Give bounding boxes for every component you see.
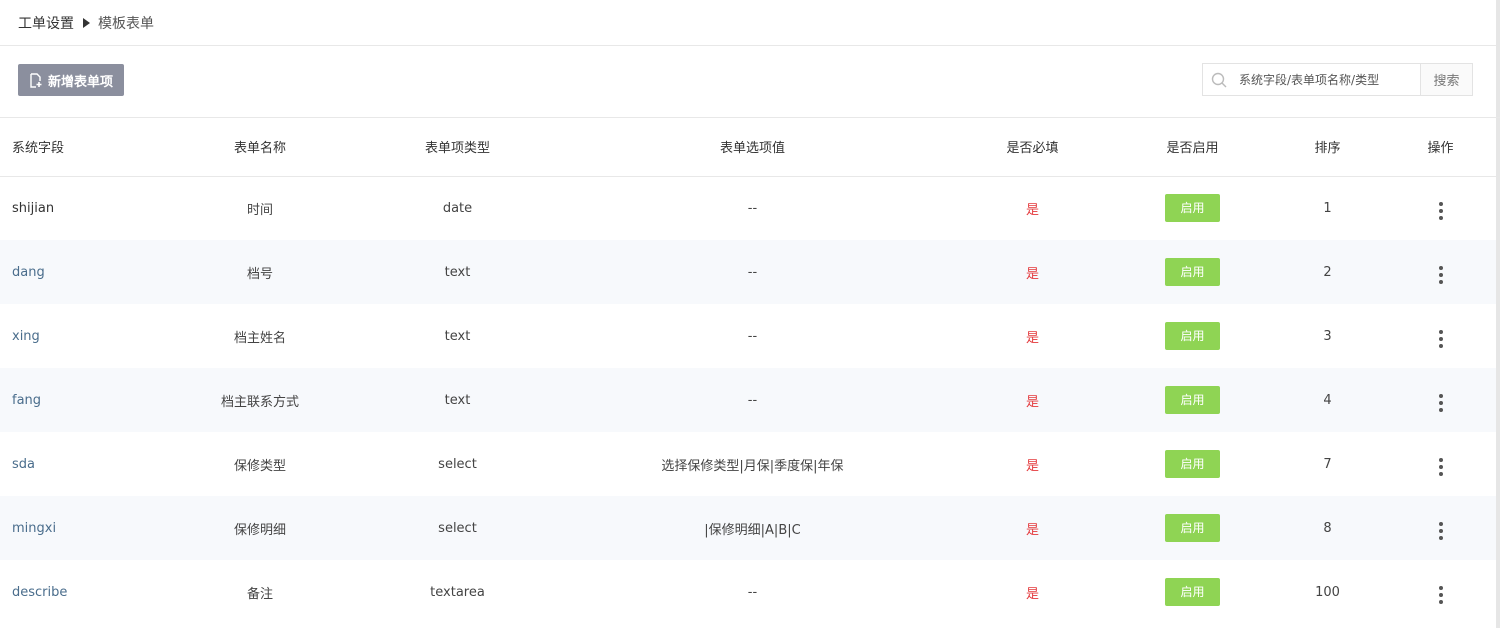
cell-option-values: --	[747, 328, 758, 344]
more-vertical-icon[interactable]	[1433, 456, 1449, 478]
cell-option-values: --	[747, 200, 758, 216]
header-enabled: 是否启用	[1166, 141, 1219, 157]
enable-button[interactable]: 启用	[1165, 514, 1220, 542]
cell-option-values: 选择保修类型|月保|季度保|年保	[661, 458, 844, 474]
breadcrumb: 工单设置 模板表单	[0, 0, 1500, 46]
cell-enabled: 启用	[1115, 496, 1270, 560]
add-form-item-button[interactable]: 新增表单项	[18, 64, 124, 96]
enable-button[interactable]: 启用	[1165, 194, 1220, 223]
cell-required: 是	[1025, 266, 1039, 282]
cell-actions	[1385, 432, 1496, 496]
cell-actions	[1385, 368, 1496, 432]
toolbar: 新增表单项 搜索	[0, 46, 1500, 118]
cell-order: 8	[1323, 520, 1332, 536]
header-order: 排序	[1314, 141, 1341, 157]
header-actions: 操作	[1427, 141, 1454, 157]
caret-right-icon	[83, 17, 90, 28]
form-items-table: 系统字段 表单名称 表单项类型 表单选项值 是否必填 是否启用 排序 操作 sh…	[0, 118, 1496, 624]
cell-item-type: select	[438, 456, 477, 472]
table-row: describe 备注 textarea -- 是 启用 100	[0, 560, 1496, 624]
cell-order: 4	[1323, 392, 1332, 408]
cell-required: 是	[1025, 586, 1039, 602]
more-vertical-icon[interactable]	[1433, 328, 1449, 350]
enable-button[interactable]: 启用	[1165, 450, 1220, 478]
search-box: 搜索	[1202, 63, 1473, 96]
enable-button[interactable]: 启用	[1165, 386, 1220, 414]
cell-option-values: --	[747, 264, 758, 280]
table-row: fang 档主联系方式 text -- 是 启用 4	[0, 368, 1496, 432]
cell-order: 7	[1323, 456, 1332, 472]
cell-form-name: 时间	[246, 202, 273, 218]
cell-item-type: text	[444, 264, 471, 280]
search-input[interactable]	[1235, 64, 1420, 95]
cell-required: 是	[1025, 458, 1039, 474]
cell-option-values: |保修明细|A|B|C	[704, 522, 801, 538]
cell-enabled: 启用	[1115, 560, 1270, 624]
breadcrumb-current: 模板表单	[98, 15, 154, 32]
cell-item-type: text	[444, 328, 471, 344]
search-button[interactable]: 搜索	[1420, 64, 1472, 95]
cell-form-name: 档主姓名	[233, 330, 286, 346]
cell-item-type: text	[444, 392, 471, 408]
cell-system-field: fang	[12, 392, 42, 408]
cell-required: 是	[1025, 202, 1039, 218]
cell-option-values: --	[747, 584, 758, 600]
cell-enabled: 启用	[1115, 240, 1270, 304]
table-header-row: 系统字段 表单名称 表单项类型 表单选项值 是否必填 是否启用 排序 操作	[0, 118, 1496, 176]
cell-required: 是	[1025, 394, 1039, 410]
breadcrumb-parent[interactable]: 工单设置	[18, 13, 74, 33]
cell-option-values: --	[747, 392, 758, 408]
more-vertical-icon[interactable]	[1433, 520, 1449, 542]
cell-item-type: select	[438, 520, 477, 536]
cell-order: 3	[1323, 328, 1332, 344]
cell-enabled: 启用	[1115, 304, 1270, 368]
cell-enabled: 启用	[1115, 432, 1270, 496]
header-form-name: 表单名称	[233, 141, 286, 157]
table-row: shijian 时间 date -- 是 启用 1	[0, 176, 1496, 240]
add-form-item-label: 新增表单项	[47, 74, 113, 90]
table-row: mingxi 保修明细 select |保修明细|A|B|C 是 启用 8	[0, 496, 1496, 560]
search-icon	[1203, 64, 1235, 95]
cell-system-field: sda	[12, 456, 35, 472]
cell-system-field: describe	[12, 584, 68, 600]
cell-actions	[1385, 496, 1496, 560]
cell-form-name: 档号	[246, 266, 273, 282]
header-system-field: 系统字段	[12, 141, 65, 157]
cell-system-field: dang	[12, 264, 45, 280]
cell-item-type: textarea	[430, 584, 485, 600]
cell-system-field: shijian	[12, 200, 55, 216]
header-option-values: 表单选项值	[719, 141, 785, 157]
table-row: dang 档号 text -- 是 启用 2	[0, 240, 1496, 304]
cell-system-field: mingxi	[12, 520, 57, 536]
cell-order: 100	[1315, 584, 1340, 600]
cell-enabled: 启用	[1115, 368, 1270, 432]
cell-form-name: 保修类型	[233, 458, 286, 474]
enable-button[interactable]: 启用	[1165, 258, 1220, 286]
cell-form-name: 备注	[246, 586, 273, 602]
cell-actions	[1385, 240, 1496, 304]
header-item-type: 表单项类型	[424, 141, 490, 157]
cell-actions	[1385, 176, 1496, 240]
cell-required: 是	[1025, 522, 1039, 538]
table-row: xing 档主姓名 text -- 是 启用 3	[0, 304, 1496, 368]
cell-form-name: 保修明细	[233, 522, 286, 538]
more-vertical-icon[interactable]	[1433, 584, 1449, 606]
more-vertical-icon[interactable]	[1433, 200, 1449, 222]
add-document-icon	[30, 72, 42, 88]
cell-system-field: xing	[12, 328, 40, 344]
cell-actions	[1385, 560, 1496, 624]
cell-order: 2	[1323, 264, 1332, 280]
cell-form-name: 档主联系方式	[220, 394, 299, 410]
enable-button[interactable]: 启用	[1165, 322, 1220, 350]
cell-required: 是	[1025, 330, 1039, 346]
header-required: 是否必填	[1006, 141, 1059, 157]
enable-button[interactable]: 启用	[1165, 578, 1220, 606]
cell-actions	[1385, 304, 1496, 368]
more-vertical-icon[interactable]	[1433, 264, 1449, 286]
table-row: sda 保修类型 select 选择保修类型|月保|季度保|年保 是 启用 7	[0, 432, 1496, 496]
cell-enabled: 启用	[1115, 176, 1270, 240]
cell-order: 1	[1323, 200, 1332, 216]
more-vertical-icon[interactable]	[1433, 392, 1449, 414]
cell-item-type: date	[442, 200, 473, 216]
